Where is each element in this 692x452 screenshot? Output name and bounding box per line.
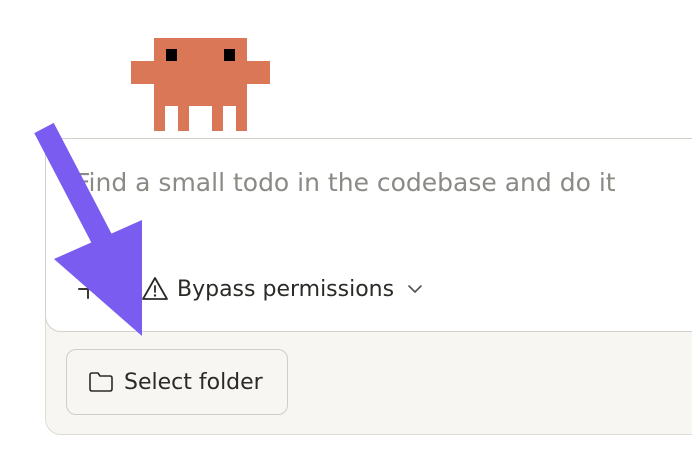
warning-triangle-icon: [142, 277, 168, 300]
folder-icon: [89, 372, 113, 392]
permission-mode-label: Bypass permissions: [177, 276, 395, 302]
prompt-placeholder[interactable]: Find a small todo in the codebase and do…: [76, 166, 616, 200]
select-folder-label: Select folder: [124, 369, 263, 395]
select-folder-button[interactable]: Select folder: [66, 349, 288, 415]
permission-mode-dropdown[interactable]: Bypass permissions: [141, 272, 424, 306]
chevron-down-icon: [408, 285, 422, 293]
app-window: Find a small todo in the codebase and do…: [0, 0, 692, 452]
plus-icon[interactable]: [76, 277, 100, 301]
